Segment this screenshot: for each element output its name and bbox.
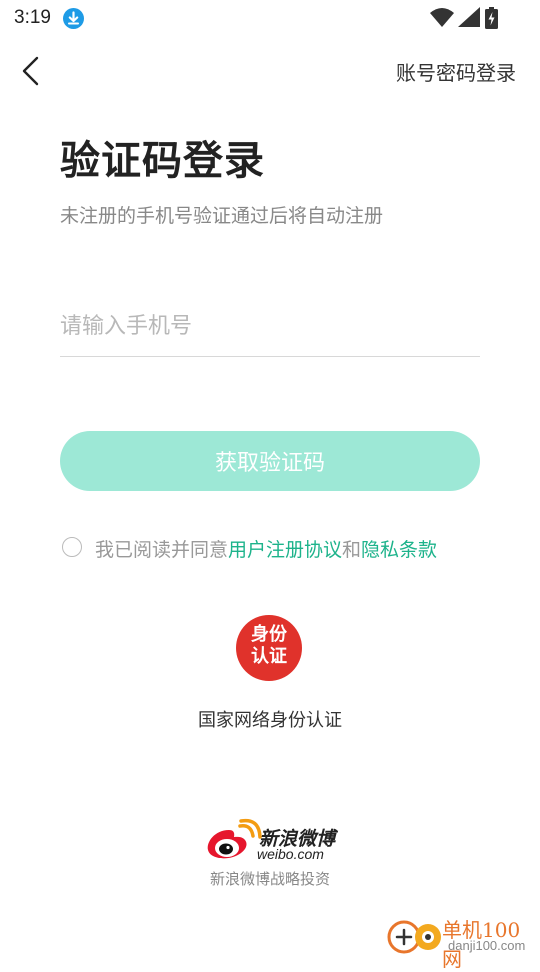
status-bar: 3:19 <box>0 0 540 36</box>
chevron-left-icon <box>22 56 39 86</box>
weibo-logo-icon <box>207 818 262 859</box>
wifi-icon <box>430 8 454 27</box>
page-title: 验证码登录 <box>60 139 265 183</box>
weibo-investment-text: 新浪微博战略投资 <box>209 871 330 888</box>
agree-checkbox[interactable] <box>62 537 82 557</box>
page-subtitle: 未注册的手机号验证通过后将自动注册 <box>60 206 384 227</box>
id-auth-button[interactable]: 身份 认证 <box>236 615 302 681</box>
status-time: 3:19 <box>14 7 51 28</box>
signal-icon <box>458 7 480 27</box>
id-auth-badge-text: 身份 认证 <box>236 624 302 668</box>
agreement-text: 我已阅读并同意用户注册协议和隐私条款 <box>95 535 437 562</box>
id-auth-badge-line2: 认证 <box>251 646 287 667</box>
id-auth-badge-line1: 身份 <box>251 624 287 645</box>
back-button[interactable] <box>14 54 50 88</box>
battery-charging-icon <box>485 7 498 29</box>
phone-input[interactable] <box>60 296 480 357</box>
watermark-url: danji100.com <box>448 938 526 953</box>
get-code-button[interactable]: 获取验证码 <box>60 431 480 491</box>
watermark-logo-icon <box>387 920 441 954</box>
user-agreement-link[interactable]: 用户注册协议 <box>228 540 342 561</box>
id-auth-label: 国家网络身份认证 <box>198 710 342 730</box>
agreement-prefix: 我已阅读并同意 <box>95 540 229 561</box>
privacy-link[interactable]: 隐私条款 <box>361 540 437 561</box>
download-icon <box>63 8 84 29</box>
password-login-link[interactable]: 账号密码登录 <box>396 57 516 86</box>
watermark: 单机100网 danji100.com <box>386 910 536 971</box>
agreement-and: 和 <box>342 540 362 561</box>
weibo-brand-en: weibo.com <box>257 846 324 862</box>
